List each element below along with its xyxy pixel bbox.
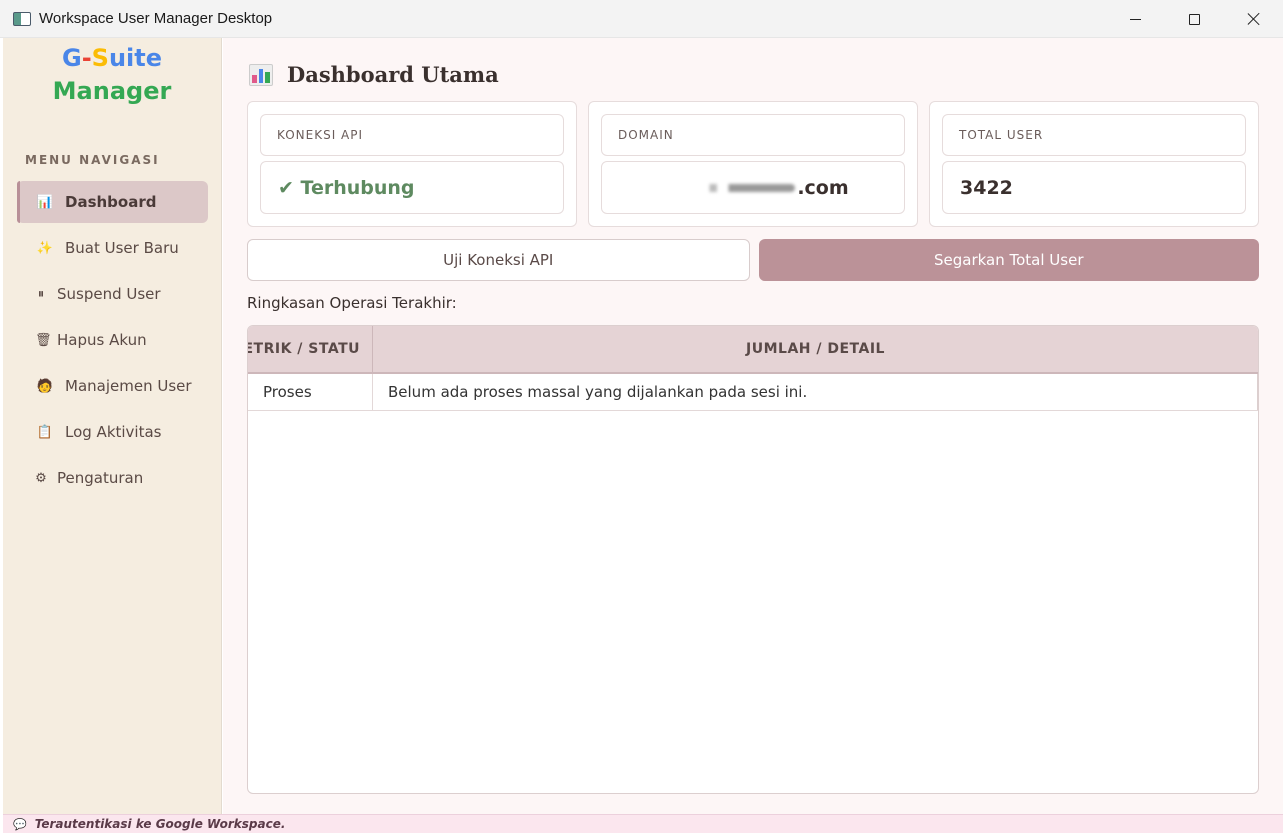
sidebar-item-suspend-user[interactable]: ⏸ Suspend User	[17, 273, 208, 315]
nav-title: MENU NAVIGASI	[25, 153, 160, 167]
brand-g: G	[61, 44, 82, 72]
table-header: ETRIK / STATU JUMLAH / DETAIL	[248, 326, 1258, 374]
sidebar-item-settings[interactable]: ⚙ Pengaturan	[17, 457, 208, 499]
test-api-button[interactable]: Uji Koneksi API	[247, 239, 750, 281]
title-bar: Workspace User Manager Desktop	[0, 0, 1283, 38]
sidebar-item-label: Log Aktivitas	[65, 423, 162, 441]
app-icon	[13, 11, 31, 26]
sidebar-item-dashboard[interactable]: 📊 Dashboard	[17, 181, 208, 223]
sidebar-item-label: Buat User Baru	[65, 239, 179, 257]
maximize-icon	[1189, 13, 1200, 25]
brand-logo: G-Suite Manager	[3, 42, 221, 108]
sidebar-item-label: Pengaturan	[57, 469, 144, 487]
table-row[interactable]: Proses Belum ada proses massal yang dija…	[248, 374, 1258, 411]
action-buttons: Uji Koneksi API Segarkan Total User	[247, 239, 1259, 281]
table-cell: Belum ada proses massal yang dijalankan …	[373, 374, 1258, 410]
brand-dash: -	[81, 44, 92, 72]
card-total-user: TOTAL USER 3422	[929, 101, 1259, 227]
sidebar-item-label: Hapus Akun	[57, 331, 147, 349]
domain-suffix: .com	[797, 176, 849, 199]
pause-icon: ⏸	[37, 286, 45, 302]
refresh-total-button[interactable]: Segarkan Total User	[758, 239, 1259, 281]
status-bar: 💬 Terautentikasi ke Google Workspace.	[3, 814, 1283, 833]
speech-bubble-icon: 💬	[13, 817, 27, 831]
trash-icon: 🗑	[35, 332, 52, 348]
card-api-connection: KONEKSI API ✔ Terhubung	[247, 101, 577, 227]
column-header-detail[interactable]: JUMLAH / DETAIL	[373, 326, 1258, 372]
brand-manager: Manager	[52, 77, 172, 105]
sidebar-item-label: Suspend User	[57, 285, 161, 303]
summary-label: Ringkasan Operasi Terakhir:	[247, 294, 457, 312]
close-button[interactable]	[1224, 0, 1283, 38]
window-controls	[1106, 0, 1283, 38]
minimize-icon	[1130, 18, 1141, 20]
card-domain: DOMAIN .com	[588, 101, 918, 227]
total-user-value: 3422	[942, 161, 1246, 214]
sidebar-item-label: Dashboard	[65, 193, 157, 211]
clipboard-icon: 📋	[36, 424, 54, 440]
redacted-domain	[700, 183, 796, 192]
brand-s: S	[91, 44, 109, 72]
sidebar-item-activity-log[interactable]: 📋 Log Aktivitas	[17, 411, 208, 453]
person-icon: 🧑	[36, 378, 54, 394]
stat-cards: KONEKSI API ✔ Terhubung DOMAIN .com TOTA…	[247, 101, 1259, 227]
page-title: Dashboard Utama	[249, 62, 499, 87]
column-header-metric[interactable]: ETRIK / STATU	[248, 326, 373, 372]
summary-table: ETRIK / STATU JUMLAH / DETAIL Proses Bel…	[247, 325, 1259, 794]
status-text: Terautentikasi ke Google Workspace.	[34, 817, 286, 831]
page-title-text: Dashboard Utama	[287, 62, 499, 87]
sidebar: G-Suite Manager MENU NAVIGASI 📊 Dashboar…	[3, 38, 222, 814]
card-label: DOMAIN	[601, 114, 905, 156]
close-icon	[1247, 12, 1261, 26]
gear-icon: ⚙	[35, 470, 47, 486]
card-label: KONEKSI API	[260, 114, 564, 156]
api-status-value: ✔ Terhubung	[260, 161, 564, 214]
maximize-button[interactable]	[1165, 0, 1224, 38]
main-content: Dashboard Utama KONEKSI API ✔ Terhubung …	[223, 38, 1283, 814]
brand-uite: uite	[108, 44, 163, 72]
table-cell: Proses	[248, 374, 373, 410]
window-title: Workspace User Manager Desktop	[39, 10, 273, 27]
bar-chart-icon	[249, 63, 273, 86]
sidebar-item-create-user[interactable]: ✨ Buat User Baru	[17, 227, 208, 269]
sidebar-nav: 📊 Dashboard ✨ Buat User Baru ⏸ Suspend U…	[3, 181, 221, 499]
bar-chart-icon: 📊	[36, 194, 54, 210]
sidebar-item-label: Manajemen User	[65, 377, 192, 395]
card-label: TOTAL USER	[942, 114, 1246, 156]
sidebar-item-user-management[interactable]: 🧑 Manajemen User	[17, 365, 208, 407]
domain-value: .com	[601, 161, 905, 214]
sparkles-icon: ✨	[36, 240, 54, 256]
sidebar-item-delete-account[interactable]: 🗑 Hapus Akun	[17, 319, 208, 361]
minimize-button[interactable]	[1106, 0, 1165, 38]
